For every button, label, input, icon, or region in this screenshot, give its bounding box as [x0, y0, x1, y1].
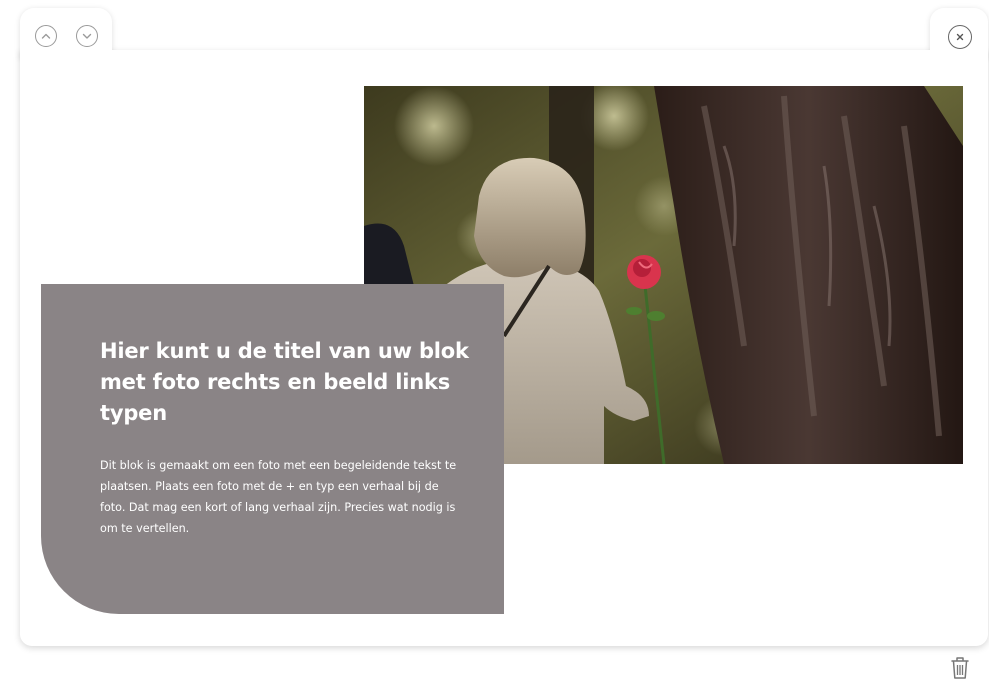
close-button[interactable] [948, 25, 972, 49]
block-body-text[interactable]: Dit blok is gemaakt om een foto met een … [100, 455, 460, 539]
text-panel: Hier kunt u de titel van uw blok met fot… [41, 284, 504, 614]
block-title[interactable]: Hier kunt u de titel van uw blok met fot… [100, 336, 480, 429]
chevron-down-icon [82, 33, 92, 39]
delete-block-button[interactable] [946, 652, 974, 684]
move-down-button[interactable] [76, 25, 98, 47]
editor-stage: Hier kunt u de titel van uw blok met fot… [0, 0, 989, 697]
chevron-up-icon [41, 33, 51, 39]
trash-icon [951, 657, 969, 679]
close-icon [956, 33, 964, 41]
move-up-button[interactable] [35, 25, 57, 47]
